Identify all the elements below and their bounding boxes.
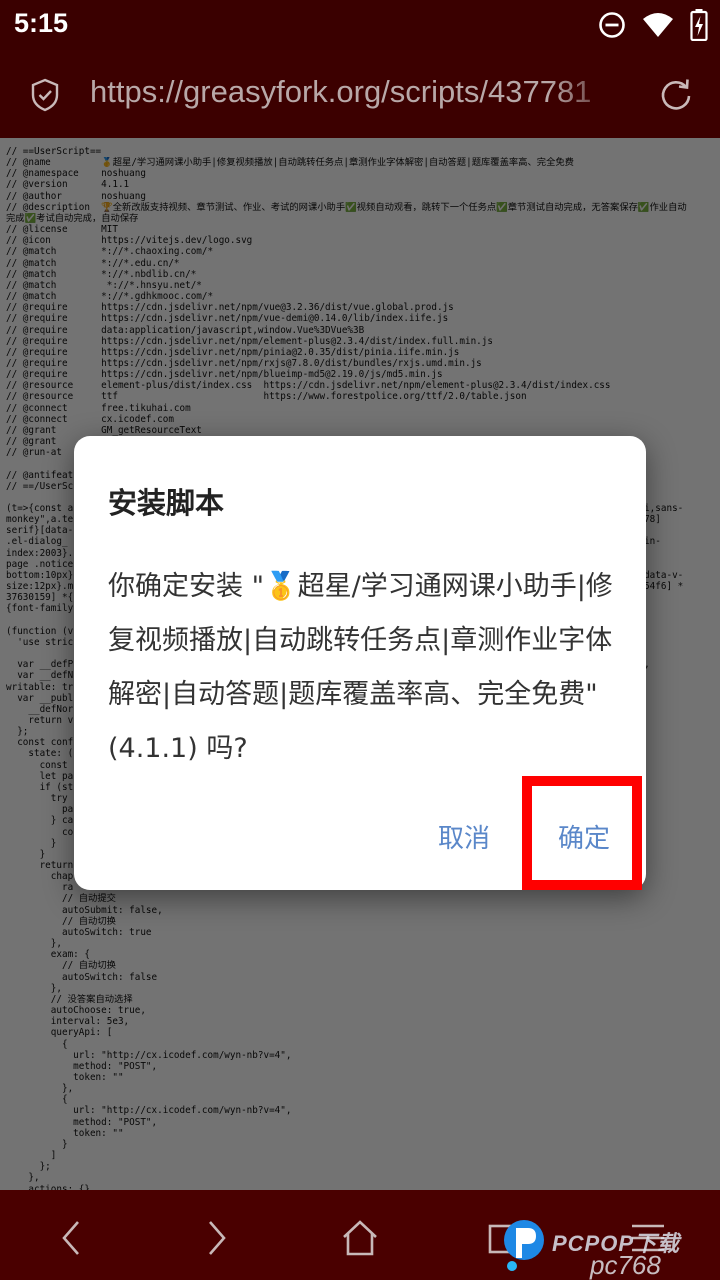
status-bar: 5:15 bbox=[0, 0, 720, 50]
reload-icon[interactable] bbox=[658, 76, 694, 112]
url-text[interactable]: https://greasyfork.org/scripts/437781 bbox=[90, 74, 630, 110]
watermark-logo-icon bbox=[504, 1220, 544, 1271]
status-time: 5:15 bbox=[14, 8, 69, 38]
status-icons bbox=[598, 8, 708, 42]
shield-icon[interactable] bbox=[30, 78, 60, 112]
dialog-message: 你确定安装 "🥇超星/学习通网课小助手|修复视频播放|自动跳转任务点|章测作业字… bbox=[108, 571, 613, 764]
back-icon[interactable] bbox=[52, 1218, 92, 1258]
home-icon[interactable] bbox=[340, 1218, 380, 1258]
dnd-icon bbox=[599, 12, 625, 38]
battery-charging-icon bbox=[690, 9, 708, 41]
confirm-highlight-box bbox=[522, 776, 642, 890]
url-bar: https://greasyfork.org/scripts/437781 bbox=[0, 50, 720, 138]
cancel-button[interactable]: 取消 bbox=[438, 818, 490, 855]
site-watermark: PCPOP下载 pc768 bbox=[498, 1214, 720, 1280]
watermark-domain: pc768 bbox=[590, 1250, 661, 1280]
dialog-title: 安装脚本 bbox=[108, 486, 225, 520]
wifi-icon bbox=[643, 13, 673, 37]
forward-icon[interactable] bbox=[196, 1218, 236, 1258]
